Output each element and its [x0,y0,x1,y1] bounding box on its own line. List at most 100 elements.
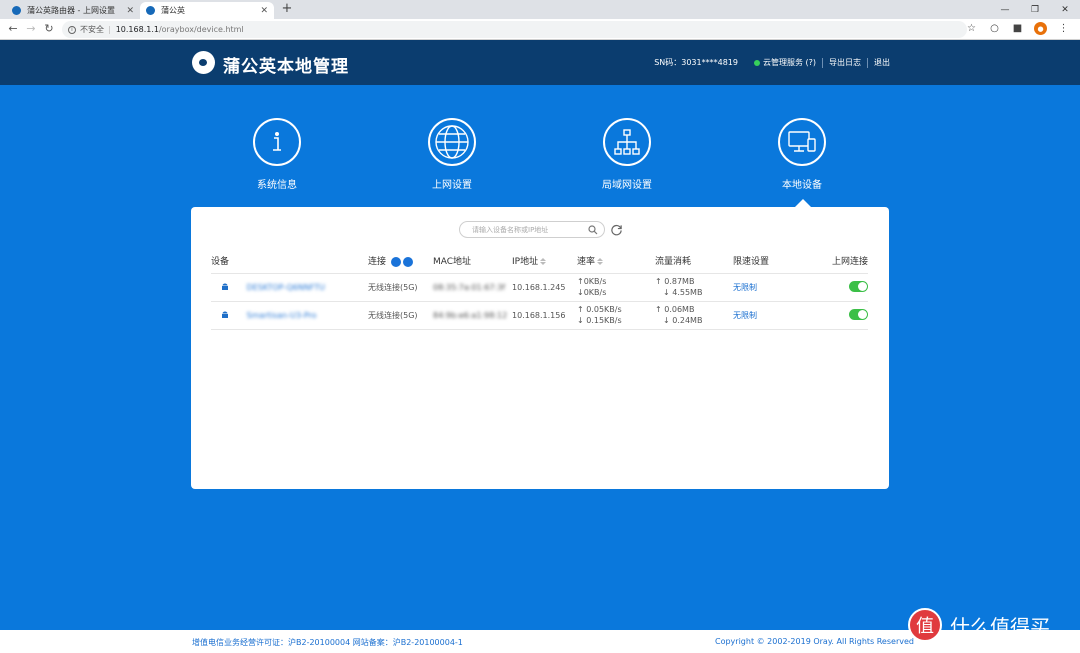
table-row: Smartisan-U3-Pro 无线连接(5G) 84:9b:e6:a1:98… [211,301,868,330]
upload-traffic: ↑ 0.87MB [655,277,695,286]
col-online: 上网连接 [823,249,868,274]
mac-cell: 84:9b:e6:a1:98:12 [433,301,512,330]
android-icon [222,311,228,318]
table-row: DESKTOP-Q6NNFTU 无线连接(5G) 08:35:7a:01:67:… [211,273,868,302]
online-toggle[interactable] [849,308,868,320]
profile-icon[interactable]: ● [1034,22,1047,35]
upload-speed: ↑ 0.05KB/s [577,305,622,314]
page-title: 蒲公英本地管理 [223,57,349,77]
online-cell [823,301,868,330]
col-device: 设备 [211,249,368,274]
logout-link[interactable]: 退出 [874,57,890,68]
url-host: 10.168.1.1 [115,25,159,34]
tab-title: 蒲公英路由器 - 上网设置 [27,6,115,15]
nav-lan-settings[interactable]: 局域网设置 [567,118,687,191]
wifi-filter-icon[interactable] [390,256,401,267]
browser-tab-router-settings[interactable]: 蒲公英路由器 - 上网设置 ✕ [6,2,140,19]
table-header-row: 设备 连接 MAC地址 IP地址 速率 流量消耗 限速设置 上网连接 [211,249,868,274]
copyright-text: Copyright © 2002-2019 Oray. All Rights R… [715,637,914,646]
divider [822,57,823,68]
nav-label: 局域网设置 [602,180,652,191]
serial-number: SN码：3031****4819 [654,58,738,67]
status-dot-icon [753,59,760,66]
device-panel: 设备 连接 MAC地址 IP地址 速率 流量消耗 限速设置 上网连接 DESKT… [191,207,889,489]
device-name[interactable]: Smartisan-U3-Pro [247,311,317,320]
nav-internet-settings[interactable]: 上网设置 [392,118,512,191]
active-nav-pointer [795,199,811,207]
browser-tab-oray[interactable]: 蒲公英 ✕ [140,2,274,19]
back-icon[interactable]: ← [6,22,20,36]
online-cell [823,273,868,302]
extension-box-icon[interactable]: ■ [1011,22,1024,35]
minimize-icon[interactable]: — [990,0,1020,19]
watermark-text: 什么值得买 [950,614,1050,639]
col-ip-label: IP地址 [512,257,539,268]
separator: | [108,25,111,34]
close-tab-icon[interactable]: ✕ [260,6,268,16]
logo-icon [192,51,215,74]
wired-filter-icon[interactable] [402,256,413,267]
reload-icon[interactable]: ↻ [42,22,56,36]
main-nav: 系统信息 上网设置 局域网设置 本地设备 [190,118,890,198]
network-icon [603,118,651,166]
close-tab-icon[interactable]: ✕ [126,6,134,16]
favicon-icon [12,6,21,15]
online-toggle[interactable] [849,280,868,292]
col-connection[interactable]: 连接 [368,249,433,274]
search-icon[interactable] [588,224,598,235]
sort-icon[interactable] [540,258,546,266]
download-traffic: ↓ 0.24MB [663,316,703,325]
col-ip[interactable]: IP地址 [512,249,577,274]
close-window-icon[interactable]: ✕ [1050,0,1080,19]
url-path: /oraybox/device.html [158,25,244,34]
device-name[interactable]: DESKTOP-Q6NNFTU [247,283,326,292]
traffic-cell: ↑ 0.06MB ↓ 0.24MB [655,301,733,330]
sort-icon[interactable] [597,258,603,266]
monitor-icon [778,118,826,166]
download-traffic: ↓ 4.55MB [663,288,703,297]
header-actions: SN码：3031****4819 云管理服务 (?) 导出日志 退出 [654,57,890,68]
info-icon [253,118,301,166]
nav-label: 系统信息 [257,180,297,191]
device-search [459,221,605,238]
col-speed[interactable]: 速率 [577,249,655,274]
upload-speed: ↑0KB/s [577,277,607,286]
new-tab-button[interactable]: + [280,2,294,16]
extension-circle-icon[interactable]: ○ [988,22,1001,35]
cloud-service-link[interactable]: 云管理服务 (?) [763,57,816,68]
info-icon[interactable]: i [68,25,76,34]
restore-icon[interactable]: ❐ [1020,0,1050,19]
extension-icons: ☆ ○ ■ ● ⋮ [965,22,1070,35]
traffic-cell: ↑ 0.87MB ↓ 4.55MB [655,273,733,302]
download-speed: ↓ 0.15KB/s [577,316,622,325]
nav-local-devices[interactable]: 本地设备 [742,118,862,191]
speed-limit-link[interactable]: 无限制 [733,311,757,320]
forward-icon[interactable]: → [24,22,38,36]
divider [867,57,868,68]
upload-traffic: ↑ 0.06MB [655,305,695,314]
license-text: 增值电信业务经营许可证：沪B2-20100004 网站备案：沪B2-201000… [192,638,463,647]
url-input[interactable]: i 不安全 | 10.168.1.1/oraybox/device.html [62,21,967,38]
favicon-icon [146,6,155,15]
speed-cell: ↑ 0.05KB/s ↓ 0.15KB/s [577,301,655,330]
nav-system-info[interactable]: 系统信息 [217,118,337,191]
device-cell: Smartisan-U3-Pro [211,301,368,330]
col-mac: MAC地址 [433,249,512,274]
export-log-link[interactable]: 导出日志 [829,57,861,68]
search-input[interactable] [472,225,588,234]
connection-cell: 无线连接(5G) [368,301,433,330]
download-speed: ↓0KB/s [577,288,607,297]
refresh-icon[interactable] [610,223,623,236]
limit-cell: 无限制 [733,301,823,330]
security-status: 不安全 [80,25,104,34]
ip-cell: 10.168.1.245 [512,273,577,302]
browser-tab-bar: 蒲公英路由器 - 上网设置 ✕ 蒲公英 ✕ + — ❐ ✕ [0,0,1080,19]
menu-icon[interactable]: ⋮ [1057,22,1070,35]
watermark-logo-icon: 值 [908,608,942,642]
speed-limit-link[interactable]: 无限制 [733,283,757,292]
speed-cell: ↑0KB/s ↓0KB/s [577,273,655,302]
device-cell: DESKTOP-Q6NNFTU [211,273,368,302]
watermark: 值 什么值得买 [908,608,1050,642]
device-table: 设备 连接 MAC地址 IP地址 速率 流量消耗 限速设置 上网连接 DESKT… [211,249,868,330]
bookmark-star-icon[interactable]: ☆ [965,22,978,35]
